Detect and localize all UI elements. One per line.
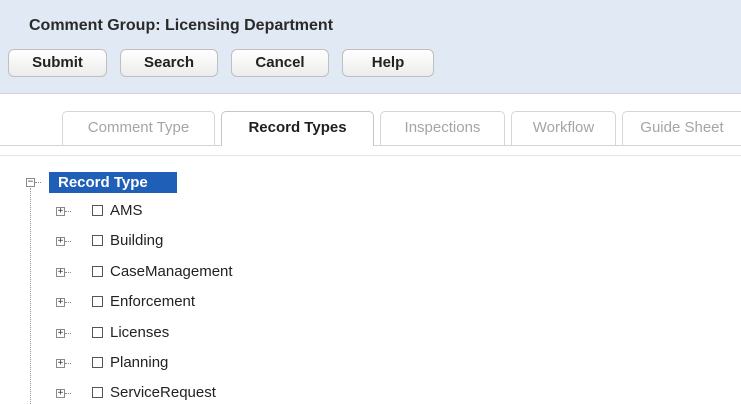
expand-icon[interactable]: + (56, 359, 65, 368)
cancel-button[interactable]: Cancel (231, 49, 329, 77)
tree-connector (65, 393, 71, 394)
casemanagement-checkbox[interactable] (92, 266, 103, 277)
tree-item-label[interactable]: AMS (110, 202, 143, 220)
help-button[interactable]: Help (342, 49, 434, 77)
enforcement-checkbox[interactable] (92, 296, 103, 307)
tree-item-label[interactable]: Licenses (110, 324, 169, 342)
expand-icon[interactable]: + (56, 268, 65, 277)
ams-checkbox[interactable] (92, 205, 103, 216)
servicerequest-checkbox[interactable] (92, 387, 103, 398)
tab-inspections[interactable]: Inspections (380, 111, 505, 145)
planning-checkbox[interactable] (92, 357, 103, 368)
collapse-icon[interactable]: − (26, 178, 35, 187)
tree-item-label[interactable]: Building (110, 232, 163, 250)
licenses-checkbox[interactable] (92, 327, 103, 338)
building-checkbox[interactable] (92, 235, 103, 246)
tree-item-label[interactable]: ServiceRequest (110, 384, 216, 402)
tree-item-planning: + Planning (0, 354, 400, 374)
expand-icon[interactable]: + (56, 237, 65, 246)
expand-icon[interactable]: + (56, 389, 65, 398)
tree-connector (65, 241, 71, 242)
tab-comment-type[interactable]: Comment Type (62, 111, 215, 145)
header-bar: Comment Group: Licensing Department Subm… (0, 0, 741, 94)
page-title: Comment Group: Licensing Department (29, 17, 334, 34)
tree-item-building: + Building (0, 232, 400, 252)
tree-item-servicerequest: + ServiceRequest (0, 384, 400, 404)
tree-connector (65, 211, 71, 212)
search-button[interactable]: Search (120, 49, 218, 77)
tab-guide-sheet[interactable]: Guide Sheet (622, 111, 741, 145)
tree-item-label[interactable]: CaseManagement (110, 263, 233, 281)
tab-workflow[interactable]: Workflow (511, 111, 616, 145)
tree-connector (65, 302, 71, 303)
tab-record-types[interactable]: Record Types (221, 111, 374, 147)
expand-icon[interactable]: + (56, 298, 65, 307)
tree-item-casemanagement: + CaseManagement (0, 263, 400, 283)
tree-connector (35, 182, 41, 183)
tree-item-ams: + AMS (0, 202, 400, 222)
tree-item-licenses: + Licenses (0, 324, 400, 344)
expand-icon[interactable]: + (56, 207, 65, 216)
expand-icon[interactable]: + (56, 329, 65, 338)
tree-item-label[interactable]: Enforcement (110, 293, 195, 311)
tree-root-record-type[interactable]: Record Type (49, 172, 177, 193)
tree-item-label[interactable]: Planning (110, 354, 168, 372)
tree-connector (65, 272, 71, 273)
tree-connector (65, 333, 71, 334)
submit-button[interactable]: Submit (8, 49, 107, 77)
tree-item-enforcement: + Enforcement (0, 293, 400, 313)
panel-divider (0, 155, 741, 156)
tree-connector (65, 363, 71, 364)
